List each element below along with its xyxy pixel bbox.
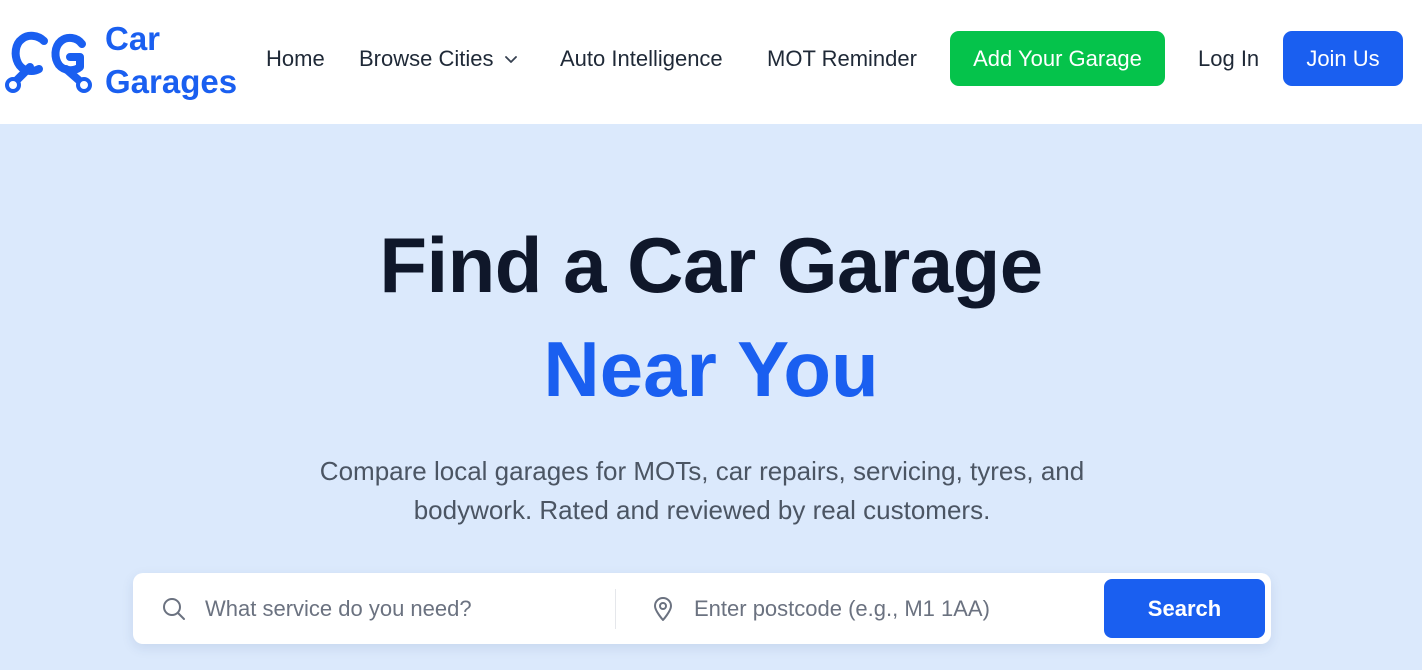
location-pin-icon	[654, 596, 672, 621]
service-field	[161, 573, 565, 644]
hero-subtitle: Compare local garages for MOTs, car repa…	[319, 456, 1085, 525]
add-your-garage-button[interactable]: Add Your Garage	[950, 31, 1165, 86]
join-us-button[interactable]: Join Us	[1283, 31, 1403, 86]
search-button[interactable]: Search	[1104, 579, 1265, 638]
postcode-field	[650, 573, 1054, 644]
nav-browse-cities-dropdown[interactable]: Browse Cities	[359, 44, 519, 74]
nav-mot-reminder-link[interactable]: MOT Reminder	[767, 44, 917, 74]
cg-wrench-logo-icon	[5, 31, 92, 93]
postcode-input[interactable]	[694, 595, 1054, 622]
brand-name-line1: Car	[105, 20, 161, 57]
service-input[interactable]	[205, 595, 565, 622]
nav-browse-cities-label: Browse Cities	[359, 46, 494, 71]
nav-home-link[interactable]: Home	[266, 44, 325, 74]
search-divider	[615, 589, 616, 629]
brand-logo[interactable]: Car Garages	[4, 20, 237, 100]
brand-name: Car Garages	[105, 17, 237, 103]
hero-title-line1: Find a Car Garage	[379, 221, 1043, 309]
hero-section: Find a Car Garage Near You Compare local…	[0, 124, 1422, 670]
log-in-link[interactable]: Log In	[1198, 44, 1259, 74]
nav-auto-intelligence-link[interactable]: Auto Intelligence	[560, 44, 723, 74]
garage-search-form: Search	[133, 573, 1271, 644]
top-navbar: Car Garages Home Browse Cities Auto Inte…	[0, 0, 1422, 124]
search-icon	[163, 597, 185, 620]
brand-name-line2: Garages	[105, 63, 238, 100]
hero-title-line2: Near You	[543, 325, 879, 413]
chevron-down-icon	[505, 56, 518, 63]
